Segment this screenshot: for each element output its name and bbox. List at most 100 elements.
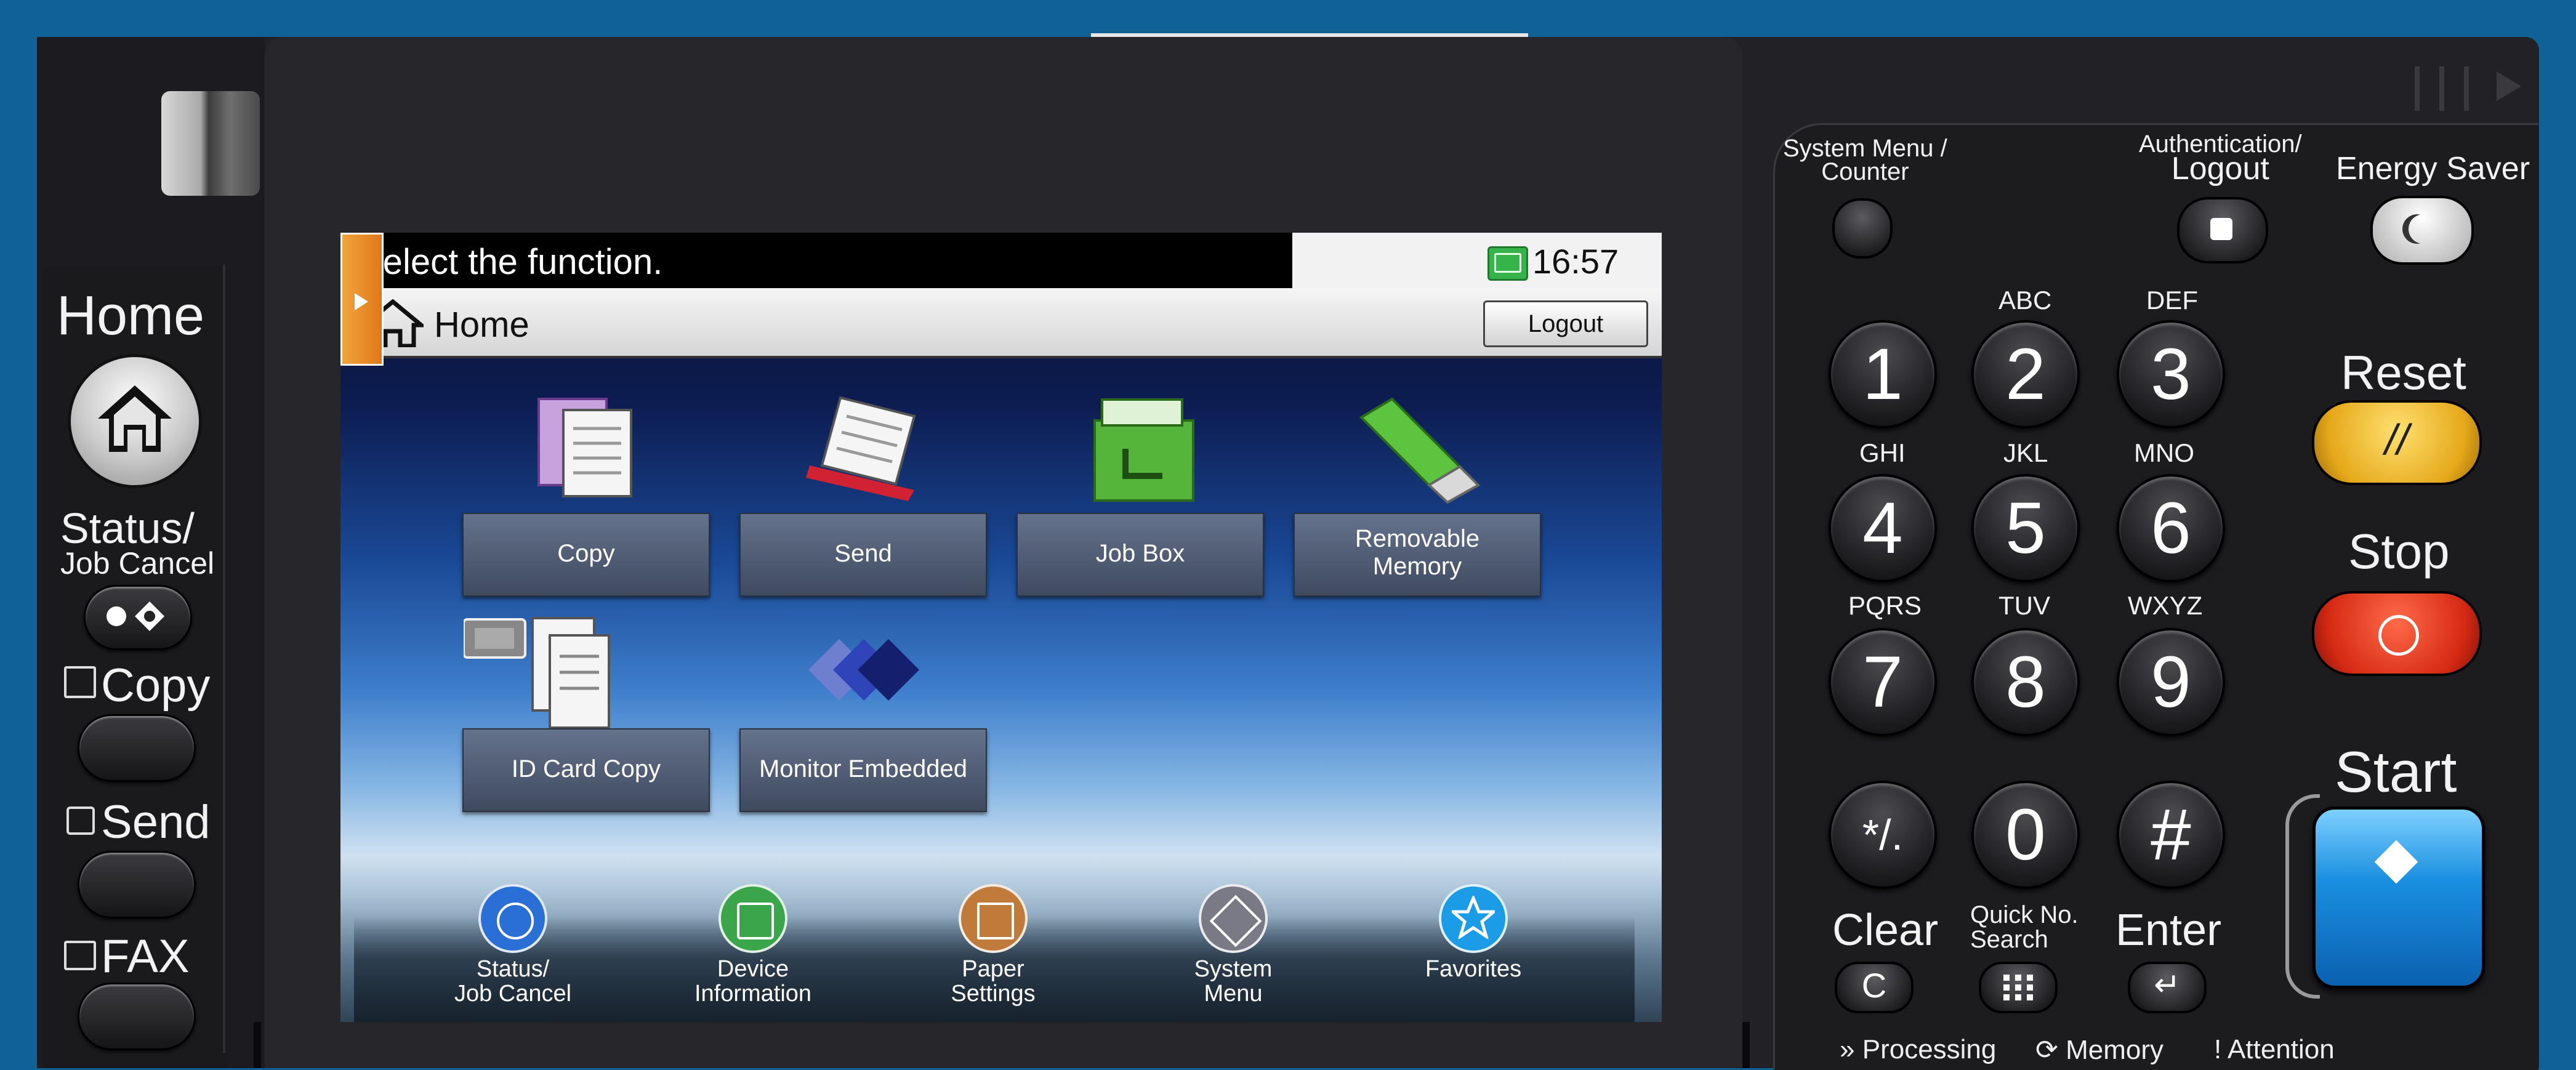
dock-status-job-cancel[interactable]: Status/ Job Cancel (421, 884, 605, 1006)
removable-memory-tile[interactable]: Removable Memory (1294, 513, 1541, 597)
tile-label: Send (834, 540, 892, 567)
label-line: Quick No. (1970, 901, 2079, 928)
stop-button[interactable] (2312, 591, 2482, 676)
dock-label: Favorites (1425, 956, 1522, 982)
stop-label: Stop (2348, 524, 2450, 579)
grip-line (2464, 66, 2469, 111)
fax-button[interactable] (78, 983, 196, 1050)
grip-line (2415, 66, 2420, 111)
job-box-icon (1093, 398, 1194, 502)
bezel-gap-right (1742, 1022, 1750, 1068)
send-key-label: Send (101, 796, 211, 848)
key-0[interactable]: 0 (1971, 781, 2080, 889)
key-5[interactable]: 5 (1971, 474, 2080, 582)
letters-pqrs: PQRS (1848, 591, 1922, 620)
key-3[interactable]: 3 (2117, 320, 2225, 428)
key-8[interactable]: 8 (1971, 628, 2080, 736)
home-icon (98, 385, 172, 452)
system-menu-button[interactable] (1832, 198, 1893, 259)
keypad-grid-icon (2003, 975, 2033, 1000)
copy-key-label: Copy (101, 659, 211, 712)
system-menu-icon (1199, 884, 1268, 953)
tile-label: Removable (1354, 525, 1480, 552)
star-icon (1439, 884, 1508, 953)
attention-indicator: ! Attention (2214, 1034, 2335, 1065)
left-column-divider (223, 265, 225, 1053)
panel-arrow-icon (2497, 71, 2521, 101)
clear-button[interactable]: C (1835, 962, 1914, 1013)
quick-setup-tab[interactable] (340, 233, 384, 366)
copy-button[interactable] (78, 714, 196, 782)
home-button[interactable] (68, 354, 202, 488)
processing-indicator: » Processing (1840, 1034, 1996, 1065)
monitor-embedded-icon (808, 639, 919, 701)
key-6[interactable]: 6 (2117, 474, 2225, 582)
memory-label: Memory (2066, 1035, 2164, 1065)
logout-button[interactable]: Logout (1483, 300, 1648, 347)
enter-button[interactable]: ↵ (2128, 962, 2207, 1013)
moon-icon (2409, 214, 2438, 244)
key-hash[interactable]: # (2117, 781, 2225, 889)
home-key-label: Home (57, 285, 205, 347)
touch-screen: Select the function. 16:57 Home Logout C… (340, 233, 1662, 1022)
send-button[interactable] (78, 851, 196, 919)
label-line: System Menu / (1783, 135, 1947, 162)
send-tile[interactable]: Send (739, 513, 987, 597)
letters-wxyz: WXYZ (2128, 591, 2203, 620)
letters-def: DEF (2146, 286, 2198, 315)
reset-button[interactable] (2312, 400, 2482, 485)
job-box-tile[interactable]: Job Box (1016, 513, 1264, 597)
system-menu-label: System Menu / Counter (1783, 135, 1947, 184)
tile-label: Monitor Embedded (759, 755, 967, 782)
clear-c-icon: C (1861, 966, 1887, 1005)
copy-tile[interactable]: Copy (462, 513, 710, 597)
key-2[interactable]: 2 (1971, 320, 2080, 428)
label-line: Logout (2171, 151, 2269, 187)
key-1[interactable]: 1 (1829, 320, 1937, 428)
tile-label: Copy (557, 540, 615, 567)
send-icon (66, 807, 95, 835)
authentication-logout-button[interactable] (2177, 197, 2268, 263)
dock-label-line2: Job Cancel (454, 981, 572, 1007)
letters-jkl: JKL (2003, 438, 2048, 467)
processing-label: Processing (1862, 1034, 1997, 1064)
energy-saver-label: Energy Saver (2336, 151, 2530, 187)
energy-saver-button[interactable] (2370, 196, 2474, 265)
tile-label-line2: Memory (1372, 553, 1462, 580)
copy-icon (64, 666, 96, 698)
authentication-label: Authentication/ Logout (2139, 132, 2302, 187)
title-bar: Home Logout (340, 288, 1662, 358)
screen-message: Select the function. (359, 242, 663, 282)
screen-title: Home (434, 305, 529, 345)
monitor-embedded-tile[interactable]: Monitor Embedded (739, 728, 987, 812)
dock-label: System (1194, 956, 1273, 982)
clear-label: Clear (1832, 906, 1939, 955)
key-4[interactable]: 4 (1829, 474, 1937, 582)
key-7[interactable]: 7 (1829, 628, 1937, 736)
dock-label: Paper (962, 956, 1024, 982)
status-job-cancel-button[interactable] (84, 585, 192, 650)
letters-ghi: GHI (1859, 438, 1906, 467)
lock-icon (2210, 218, 2232, 240)
quick-no-search-label: Quick No. Search (1970, 903, 2079, 952)
quick-no-search-button[interactable] (1979, 962, 2058, 1013)
id-card-copy-tile[interactable]: ID Card Copy (462, 728, 710, 812)
tile-label: ID Card Copy (511, 755, 661, 782)
memory-icon: ⟳ (2035, 1035, 2058, 1065)
start-label: Start (2335, 739, 2457, 804)
memory-indicator: ⟳ Memory (2035, 1034, 2163, 1066)
key-star-period[interactable]: */. (1829, 781, 1937, 889)
dock-favorites[interactable]: Favorites (1381, 884, 1566, 981)
fax-key-label: FAX (101, 930, 190, 983)
dock-system-menu[interactable]: System Menu (1141, 884, 1326, 1006)
device-status-icon[interactable] (1487, 246, 1528, 281)
dock-label-line2: Settings (951, 981, 1036, 1007)
dock-paper-settings[interactable]: Paper Settings (901, 884, 1085, 1006)
status-icon (478, 884, 547, 953)
bookmark-tab[interactable] (161, 91, 260, 196)
start-button[interactable] (2312, 807, 2485, 989)
key-9[interactable]: 9 (2117, 628, 2225, 736)
dock-device-information[interactable]: Device Information (661, 884, 845, 1006)
enter-arrow-icon: ↵ (2154, 967, 2181, 1003)
clock: 16:57 (1532, 242, 1619, 281)
